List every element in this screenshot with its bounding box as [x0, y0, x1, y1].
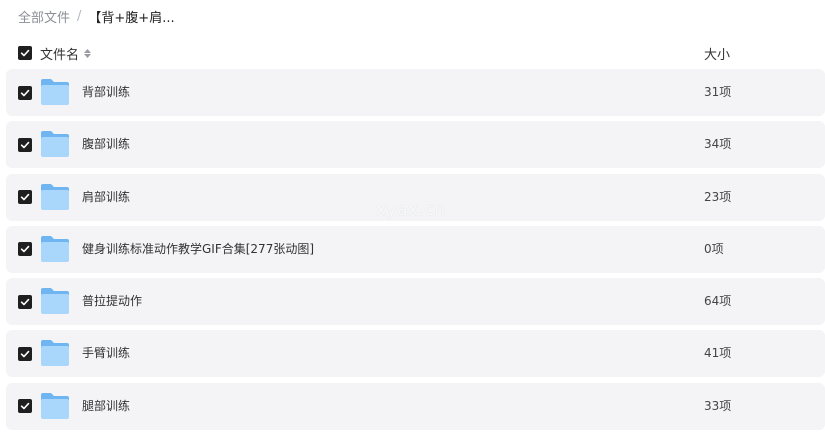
row-count: 41项 [704, 346, 732, 361]
checkbox-checked-icon [20, 350, 30, 358]
column-header-name[interactable]: 文件名 [40, 44, 92, 63]
row-name[interactable]: 腿部训练 [82, 383, 130, 430]
row-name[interactable]: 健身训练标准动作教学GIF合集[277张动图] [82, 226, 314, 273]
folder-icon [40, 392, 70, 420]
breadcrumb: 全部文件 / 【背+腹+肩... [18, 6, 175, 26]
row-name[interactable]: 背部训练 [82, 69, 130, 116]
checkbox-checked-icon [20, 141, 30, 149]
row-count: 34项 [704, 137, 732, 152]
row-count: 64项 [704, 294, 732, 309]
file-row[interactable]: 背部训练 31项 [6, 69, 825, 116]
folder-icon [40, 183, 70, 211]
row-checkbox[interactable] [18, 399, 32, 414]
column-header-name-label: 文件名 [40, 48, 80, 63]
checkbox-checked-icon [20, 89, 30, 96]
file-row[interactable]: 手臂训练 41项 [6, 330, 825, 378]
breadcrumb-current: 【背+腹+肩... [88, 10, 175, 26]
file-row[interactable]: 普拉提动作 64项 [6, 278, 825, 326]
row-count: 0项 [704, 241, 724, 256]
row-count: 33项 [704, 398, 732, 413]
row-checkbox[interactable] [18, 137, 32, 152]
folder-icon [40, 339, 70, 367]
breadcrumb-root-link[interactable]: 全部文件 [18, 7, 70, 26]
row-name[interactable]: 普拉提动作 [82, 278, 142, 325]
row-name[interactable]: 肩部训练 [82, 174, 130, 221]
folder-icon [40, 130, 70, 158]
row-count: 31项 [704, 85, 732, 99]
checkbox-checked-icon [20, 298, 30, 305]
file-row[interactable]: 腹部训练 34项 [6, 121, 825, 169]
row-checkbox[interactable] [18, 85, 32, 100]
folder-icon [40, 78, 70, 106]
file-list: 背部训练 31项 腹部训练 34项 肩部训练 23项 健身训练标准动作教学GIF… [6, 69, 825, 435]
sort-icon[interactable] [84, 49, 92, 58]
file-row[interactable]: 健身训练标准动作教学GIF合集[277张动图] 0项 [6, 225, 825, 273]
breadcrumb-separator: / [77, 8, 82, 24]
row-checkbox[interactable] [18, 190, 32, 205]
select-all-checkbox[interactable] [18, 46, 32, 60]
checkbox-checked-icon [20, 49, 30, 57]
row-name[interactable]: 腹部训练 [82, 121, 130, 168]
checkbox-checked-icon [20, 193, 30, 201]
row-checkbox[interactable] [18, 294, 32, 309]
list-header: 文件名 大小 [0, 40, 825, 66]
row-name[interactable]: 手臂训练 [82, 330, 130, 377]
checkbox-checked-icon [20, 246, 30, 253]
row-checkbox[interactable] [18, 242, 32, 257]
folder-icon [40, 235, 70, 263]
file-row[interactable]: 腿部训练 33项 [6, 382, 825, 430]
row-count: 23项 [704, 189, 732, 204]
checkbox-checked-icon [20, 403, 30, 410]
watermark: xyax.cn [376, 200, 446, 220]
column-header-size[interactable]: 大小 [704, 44, 730, 63]
row-checkbox[interactable] [18, 346, 32, 361]
folder-icon [40, 287, 70, 315]
